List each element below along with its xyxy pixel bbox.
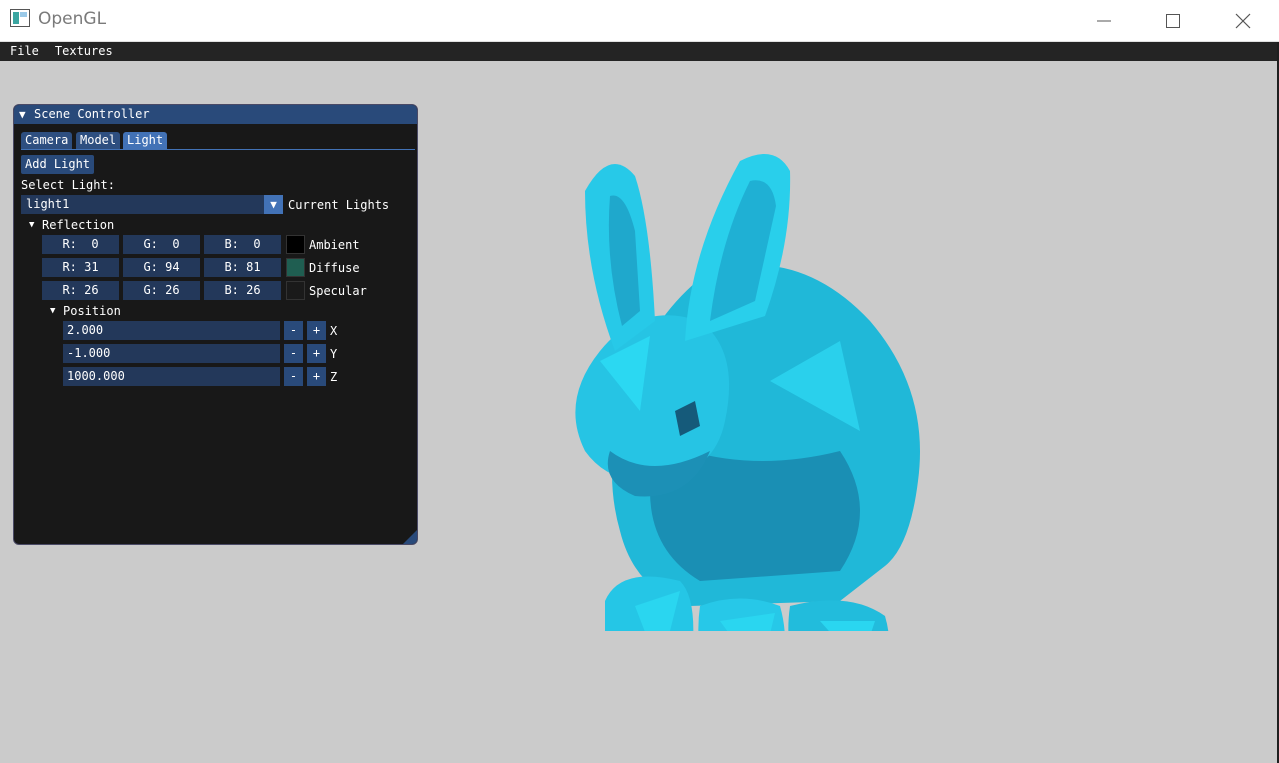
position-y-input[interactable]: -1.000 bbox=[63, 344, 280, 363]
close-button[interactable] bbox=[1220, 0, 1266, 42]
diffuse-color-swatch[interactable] bbox=[286, 258, 305, 277]
diffuse-label: Diffuse bbox=[309, 261, 360, 275]
reflection-header[interactable]: Reflection bbox=[42, 217, 114, 233]
position-x-input[interactable]: 2.000 bbox=[63, 321, 280, 340]
position-z-increment-button[interactable]: + bbox=[307, 367, 326, 386]
position-z-input[interactable]: 1000.000 bbox=[63, 367, 280, 386]
tab-model[interactable]: Model bbox=[76, 132, 121, 149]
position-z-decrement-button[interactable]: - bbox=[284, 367, 303, 386]
ambient-label: Ambient bbox=[309, 238, 360, 252]
maximize-icon bbox=[1166, 14, 1180, 28]
bunny-facet bbox=[820, 621, 875, 631]
bunny-model bbox=[575, 153, 920, 631]
window-titlebar: OpenGL bbox=[0, 0, 1279, 42]
chevron-down-icon[interactable]: ▼ bbox=[264, 195, 283, 214]
tab-light[interactable]: Light bbox=[123, 132, 168, 149]
minimize-icon bbox=[1097, 20, 1111, 22]
resize-grip-icon[interactable] bbox=[403, 530, 417, 544]
collapse-arrow-icon[interactable]: ▼ bbox=[19, 105, 26, 124]
tab-camera[interactable]: Camera bbox=[21, 132, 73, 149]
window-title: OpenGL bbox=[38, 9, 107, 29]
diffuse-b-field[interactable]: B: 81 bbox=[204, 258, 281, 277]
ambient-b-field[interactable]: B: 0 bbox=[204, 235, 281, 254]
light-select-combo[interactable]: light1 ▼ bbox=[21, 195, 283, 214]
menu-file[interactable]: File bbox=[0, 42, 47, 61]
position-y-decrement-button[interactable]: - bbox=[284, 344, 303, 363]
menu-textures[interactable]: Textures bbox=[47, 42, 121, 61]
specular-label: Specular bbox=[309, 284, 367, 298]
maximize-button[interactable] bbox=[1150, 0, 1196, 42]
close-icon bbox=[1235, 13, 1251, 29]
position-x-decrement-button[interactable]: - bbox=[284, 321, 303, 340]
selected-light-value: light1 bbox=[26, 197, 70, 211]
app-icon bbox=[10, 9, 30, 27]
reflection-tree-arrow-icon[interactable]: ▼ bbox=[29, 217, 34, 233]
menu-bar: File Textures bbox=[0, 42, 1277, 61]
ambient-g-field[interactable]: G: 0 bbox=[123, 235, 200, 254]
position-tree-arrow-icon[interactable]: ▼ bbox=[50, 303, 55, 319]
specular-g-field[interactable]: G: 26 bbox=[123, 281, 200, 300]
panel-title: Scene Controller bbox=[34, 107, 150, 121]
scene-controller-panel[interactable]: ▼ Scene Controller Camera Model Light Ad… bbox=[13, 104, 418, 545]
position-z-label: Z bbox=[330, 370, 338, 384]
position-x-label: X bbox=[330, 324, 338, 338]
select-light-label: Select Light: bbox=[21, 178, 115, 192]
position-y-increment-button[interactable]: + bbox=[307, 344, 326, 363]
current-lights-label: Current Lights bbox=[288, 198, 390, 212]
ambient-color-swatch[interactable] bbox=[286, 235, 305, 254]
specular-b-field[interactable]: B: 26 bbox=[204, 281, 281, 300]
panel-title-bar[interactable]: ▼ Scene Controller bbox=[14, 105, 417, 124]
position-y-label: Y bbox=[330, 347, 338, 361]
diffuse-r-field[interactable]: R: 31 bbox=[42, 258, 119, 277]
position-x-increment-button[interactable]: + bbox=[307, 321, 326, 340]
specular-color-swatch[interactable] bbox=[286, 281, 305, 300]
ambient-r-field[interactable]: R: 0 bbox=[42, 235, 119, 254]
tab-underline bbox=[21, 149, 415, 150]
position-header[interactable]: Position bbox=[63, 303, 121, 319]
diffuse-g-field[interactable]: G: 94 bbox=[123, 258, 200, 277]
minimize-button[interactable] bbox=[1081, 0, 1127, 42]
specular-r-field[interactable]: R: 26 bbox=[42, 281, 119, 300]
add-light-button[interactable]: Add Light bbox=[21, 155, 95, 174]
